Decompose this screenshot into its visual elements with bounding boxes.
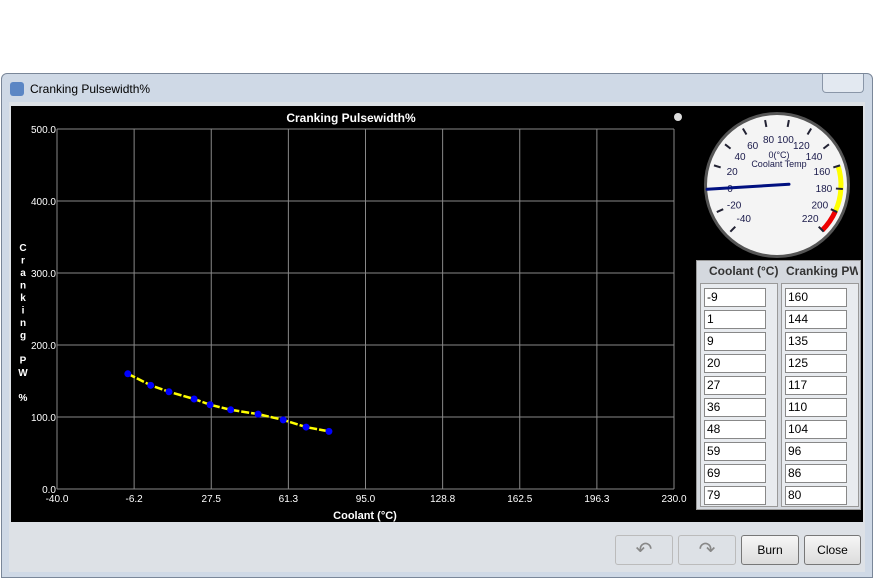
curve-point[interactable] — [165, 388, 172, 395]
curve-point[interactable] — [147, 382, 154, 389]
gauge-tick-label: -40 — [737, 214, 752, 225]
x-tick-label: 95.0 — [356, 494, 376, 505]
gauge-tick-label: 100 — [777, 135, 794, 146]
dialog-window: Cranking Pulsewidth% -40.0-6.227.561.395… — [1, 73, 873, 578]
pw-cell[interactable]: 135 — [785, 332, 847, 351]
gauge-tick — [765, 120, 766, 127]
gauge-tick-label: 40 — [734, 152, 746, 163]
gauge-tick-label: 120 — [793, 141, 810, 152]
pw-cell[interactable]: 80 — [785, 486, 847, 505]
gauge-tick-label: 20 — [727, 167, 739, 178]
curve-point[interactable] — [255, 411, 262, 418]
curve-line — [128, 374, 329, 432]
pw-cell[interactable]: 144 — [785, 310, 847, 329]
gauge-tick-label: 220 — [802, 214, 819, 225]
gauge-tick-label: 160 — [814, 167, 831, 178]
x-tick-label: 27.5 — [202, 494, 222, 505]
curve-point[interactable] — [124, 370, 131, 377]
x-tick-label: 61.3 — [279, 494, 299, 505]
y-tick-label: 100.0 — [31, 413, 56, 424]
redo-button[interactable]: ↷ — [678, 535, 736, 565]
chart-title: Cranking Pulsewidth% — [286, 111, 416, 125]
coolant-column: -9 1 9 20 27 36 48 59 69 79 — [700, 283, 778, 507]
gauge-tick-label: 60 — [747, 141, 759, 152]
undo-button[interactable]: ↶ — [615, 535, 673, 565]
coolant-header: Coolant (°C) — [709, 264, 778, 278]
pw-cell[interactable]: 160 — [785, 288, 847, 307]
x-tick-label: 196.3 — [584, 494, 609, 505]
gauge-tick-label: 140 — [806, 152, 823, 163]
coolant-cell[interactable]: 9 — [704, 332, 766, 351]
y-tick-label: 0.0 — [42, 485, 56, 496]
pw-column: 160 144 135 125 117 110 104 96 86 80 — [781, 283, 859, 507]
redo-icon: ↷ — [699, 539, 716, 561]
content-panel: -40.0-6.227.561.395.0128.8162.5196.3230.… — [9, 102, 865, 572]
coolant-cell[interactable]: 48 — [704, 420, 766, 439]
close-button[interactable]: Close — [804, 535, 861, 565]
coolant-cell[interactable]: 59 — [704, 442, 766, 461]
coolant-cell[interactable]: 1 — [704, 310, 766, 329]
gauge-tick-label: 80 — [763, 135, 775, 146]
curve-point[interactable] — [325, 428, 332, 435]
x-tick-label: -6.2 — [126, 494, 144, 505]
x-tick-label: 230.0 — [661, 494, 686, 505]
pw-header: Cranking PW — [786, 264, 858, 278]
coolant-cell[interactable]: 27 — [704, 376, 766, 395]
coolant-cell[interactable]: 69 — [704, 464, 766, 483]
x-tick-label: 162.5 — [507, 494, 532, 505]
burn-button[interactable]: Burn — [741, 535, 799, 565]
curve-point[interactable] — [227, 406, 234, 413]
pw-cell[interactable]: 104 — [785, 420, 847, 439]
y-tick-label: 400.0 — [31, 197, 56, 208]
curve-point[interactable] — [303, 424, 310, 431]
coolant-cell[interactable]: 20 — [704, 354, 766, 373]
gauge-tick — [788, 120, 789, 127]
coolant-cell[interactable]: -9 — [704, 288, 766, 307]
x-tick-label: 128.8 — [430, 494, 455, 505]
curve-point[interactable] — [191, 396, 198, 403]
gauge-tick-label: 200 — [812, 200, 829, 211]
pw-cell[interactable]: 110 — [785, 398, 847, 417]
gauge-label: Coolant Temp — [751, 159, 806, 169]
pw-cell[interactable]: 86 — [785, 464, 847, 483]
y-axis-label: Cranking PW % — [18, 243, 28, 404]
coolant-cell[interactable]: 79 — [704, 486, 766, 505]
curve-point[interactable] — [207, 401, 214, 408]
undo-icon: ↶ — [636, 539, 653, 561]
y-tick-label: 300.0 — [31, 269, 56, 280]
pw-cell[interactable]: 96 — [785, 442, 847, 461]
pw-cell[interactable]: 117 — [785, 376, 847, 395]
curve-table: Coolant (°C) Cranking PW -9 1 9 20 27 36 48 59 6… — [696, 260, 861, 510]
y-tick-label: 200.0 — [31, 341, 56, 352]
x-axis-label: Coolant (°C) — [333, 510, 397, 522]
gauge-tick-label: 180 — [816, 184, 833, 195]
chart-option-dot — [674, 113, 682, 121]
gauge-tick-label: -20 — [727, 200, 742, 211]
coolant-cell[interactable]: 36 — [704, 398, 766, 417]
curve-point[interactable] — [280, 416, 287, 423]
pw-cell[interactable]: 125 — [785, 354, 847, 373]
y-tick-label: 500.0 — [31, 125, 56, 136]
